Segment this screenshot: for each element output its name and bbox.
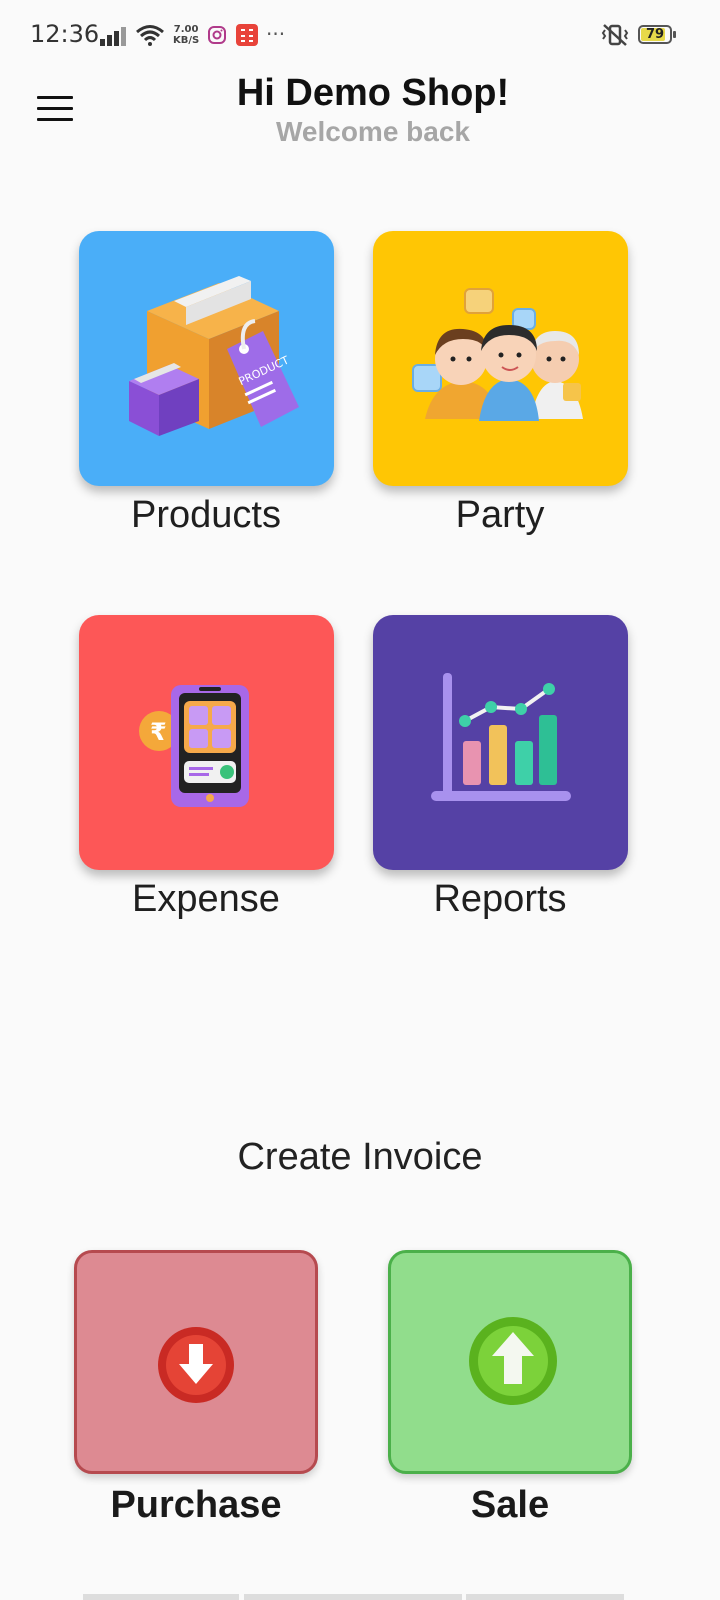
greeting-subtitle: Welcome back (275, 116, 471, 147)
bottom-indicator-center (244, 1594, 462, 1600)
products-label[interactable]: Products (56, 494, 356, 537)
network-speed: 7.00 KB/S (173, 24, 199, 46)
party-label[interactable]: Party (350, 494, 650, 537)
expense-label[interactable]: Expense (56, 878, 356, 921)
create-invoice-title: Create Invoice (237, 1136, 483, 1178)
battery-cap (673, 31, 676, 38)
reports-label[interactable]: Reports (350, 878, 650, 921)
arrow-up-icon (469, 1317, 557, 1405)
expense-tile[interactable]: ₹ (79, 615, 334, 870)
calculator-app-icon (236, 24, 258, 46)
purchase-button[interactable] (74, 1250, 318, 1474)
products-tile[interactable]: PRODUCT (79, 231, 334, 486)
network-speed-value: 7.00 (173, 24, 199, 35)
purchase-label[interactable]: Purchase (46, 1484, 346, 1527)
more-notifications: ··· (266, 22, 286, 46)
bottom-indicator-right (466, 1594, 624, 1600)
greeting-title: Hi Demo Shop! (236, 72, 510, 114)
arrow-down-icon (158, 1327, 234, 1403)
svg-text:₹: ₹ (150, 718, 167, 746)
sale-label[interactable]: Sale (360, 1484, 660, 1527)
wifi-icon (136, 25, 164, 46)
reports-tile[interactable] (373, 615, 628, 870)
expense-phone-icon: ₹ (139, 685, 249, 807)
signal-icon (100, 27, 126, 46)
battery-icon: 79 (638, 25, 672, 44)
bottom-indicator-left (83, 1594, 239, 1600)
instagram-icon (208, 26, 226, 44)
party-tile[interactable] (373, 231, 628, 486)
vibrate-icon (601, 24, 629, 46)
battery-level: 79 (645, 27, 665, 42)
status-time: 12:36 (30, 20, 100, 48)
product-box-icon: PRODUCT (129, 276, 299, 436)
network-speed-unit: KB/S (173, 35, 200, 46)
status-bar: 12:36 7.00 KB/S ··· 79 (0, 0, 720, 72)
people-group-icon (412, 288, 583, 421)
sale-button[interactable] (388, 1250, 632, 1474)
bar-chart-icon (431, 673, 571, 801)
